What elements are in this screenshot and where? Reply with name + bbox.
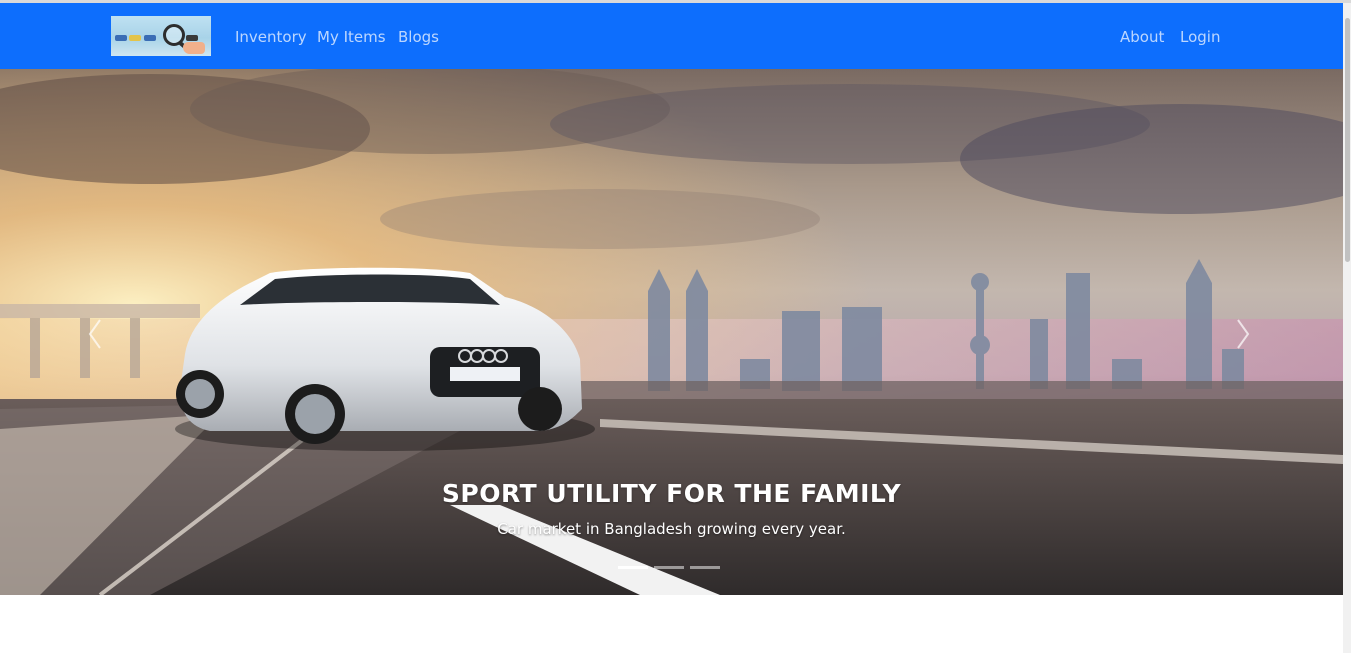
nav-link-my-items[interactable]: My Items — [317, 27, 386, 47]
carousel-next-button[interactable] — [1230, 317, 1254, 351]
carousel-slide-image — [0, 69, 1343, 595]
carousel-indicators — [618, 566, 728, 570]
hand-shape — [183, 42, 205, 54]
nav-link-blogs[interactable]: Blogs — [398, 27, 439, 47]
logo[interactable] — [111, 16, 211, 56]
page: Inventory My Items Blogs About Login SPO… — [0, 3, 1343, 653]
carousel-prev-button[interactable] — [84, 317, 108, 351]
page-scrollbar-thumb[interactable] — [1345, 18, 1350, 262]
carousel-indicator-2[interactable] — [654, 566, 684, 569]
hero-carousel: SPORT UTILITY FOR THE FAMILY Car market … — [0, 69, 1343, 595]
nav-link-login[interactable]: Login — [1180, 27, 1220, 47]
chevron-right-icon — [1237, 319, 1250, 349]
logo-car-shape — [186, 35, 198, 41]
carousel-caption-title: SPORT UTILITY FOR THE FAMILY — [441, 479, 902, 508]
nav-link-inventory[interactable]: Inventory — [235, 27, 307, 47]
logo-car-shape — [115, 35, 127, 41]
logo-car-shape — [144, 35, 156, 41]
nav-link-about[interactable]: About — [1120, 27, 1164, 47]
chevron-left-icon — [88, 319, 101, 349]
carousel-indicator-3[interactable] — [690, 566, 720, 569]
carousel-indicator-1[interactable] — [618, 566, 648, 569]
carousel-caption-text: Car market in Bangladesh growing every y… — [497, 520, 846, 538]
logo-car-shape — [129, 35, 141, 41]
navbar: Inventory My Items Blogs About Login — [0, 3, 1343, 69]
